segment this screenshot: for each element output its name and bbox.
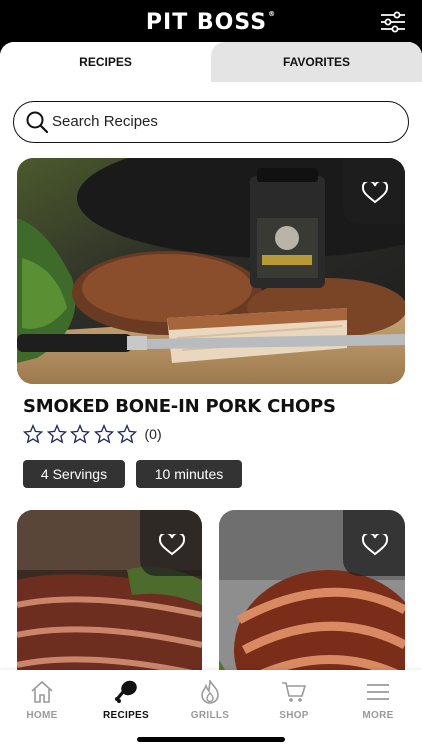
star-outline-icon xyxy=(70,424,90,444)
nav-label: MORE xyxy=(362,710,394,721)
home-icon xyxy=(31,680,53,703)
content-sheet: RECIPES FAVORITES Search Recipes SMOKED … xyxy=(0,42,422,750)
heart-outline-icon xyxy=(362,182,388,204)
sliders-icon xyxy=(381,11,405,33)
star-outline-icon xyxy=(23,424,43,444)
star-outline-icon xyxy=(93,424,114,444)
tab-bar: RECIPES FAVORITES xyxy=(0,42,422,82)
app-header: PIT BOSS® xyxy=(0,0,422,44)
nav-label: SHOP xyxy=(279,710,309,721)
favorite-button[interactable] xyxy=(140,510,202,576)
favorite-button[interactable] xyxy=(343,510,405,576)
logo-registered-mark: ® xyxy=(268,10,277,18)
favorite-button[interactable] xyxy=(343,158,405,224)
nav-recipes[interactable]: RECIPES xyxy=(84,680,168,721)
rating-stars: (0) xyxy=(23,424,162,444)
brand-logo: PIT BOSS® xyxy=(0,10,422,35)
bottom-navigation: HOME RECIPES GRILLS SHOP MORE xyxy=(0,670,422,750)
nav-more[interactable]: MORE xyxy=(336,680,420,721)
nav-label: RECIPES xyxy=(102,710,149,721)
heart-outline-icon xyxy=(159,534,185,556)
nav-home[interactable]: HOME xyxy=(0,680,84,721)
drumstick-icon xyxy=(115,680,137,703)
featured-recipe-image[interactable] xyxy=(17,158,405,384)
servings-badge: 4 Servings xyxy=(23,460,125,488)
cart-icon xyxy=(282,682,307,702)
logo-text: PIT BOSS xyxy=(145,10,268,35)
home-indicator xyxy=(137,737,285,742)
search-bar[interactable] xyxy=(13,101,409,143)
tab-recipes[interactable]: RECIPES xyxy=(0,42,211,82)
menu-icon xyxy=(367,684,389,700)
nav-shop[interactable]: SHOP xyxy=(252,680,336,721)
recipe-title[interactable]: SMOKED BONE-IN PORK CHOPS xyxy=(23,396,336,417)
star-outline-icon xyxy=(117,424,137,444)
nav-label: HOME xyxy=(26,710,58,721)
filter-button[interactable] xyxy=(380,10,406,34)
heart-outline-icon xyxy=(362,534,388,556)
search-icon xyxy=(26,111,48,133)
star-outline-icon xyxy=(46,424,67,444)
flame-icon xyxy=(201,680,219,704)
nav-grills[interactable]: GRILLS xyxy=(168,680,252,721)
rating-count: (0) xyxy=(144,426,162,442)
search-input[interactable] xyxy=(52,102,392,141)
nav-label: GRILLS xyxy=(190,710,230,721)
tab-favorites[interactable]: FAVORITES xyxy=(211,42,422,82)
time-badge: 10 minutes xyxy=(136,460,242,488)
